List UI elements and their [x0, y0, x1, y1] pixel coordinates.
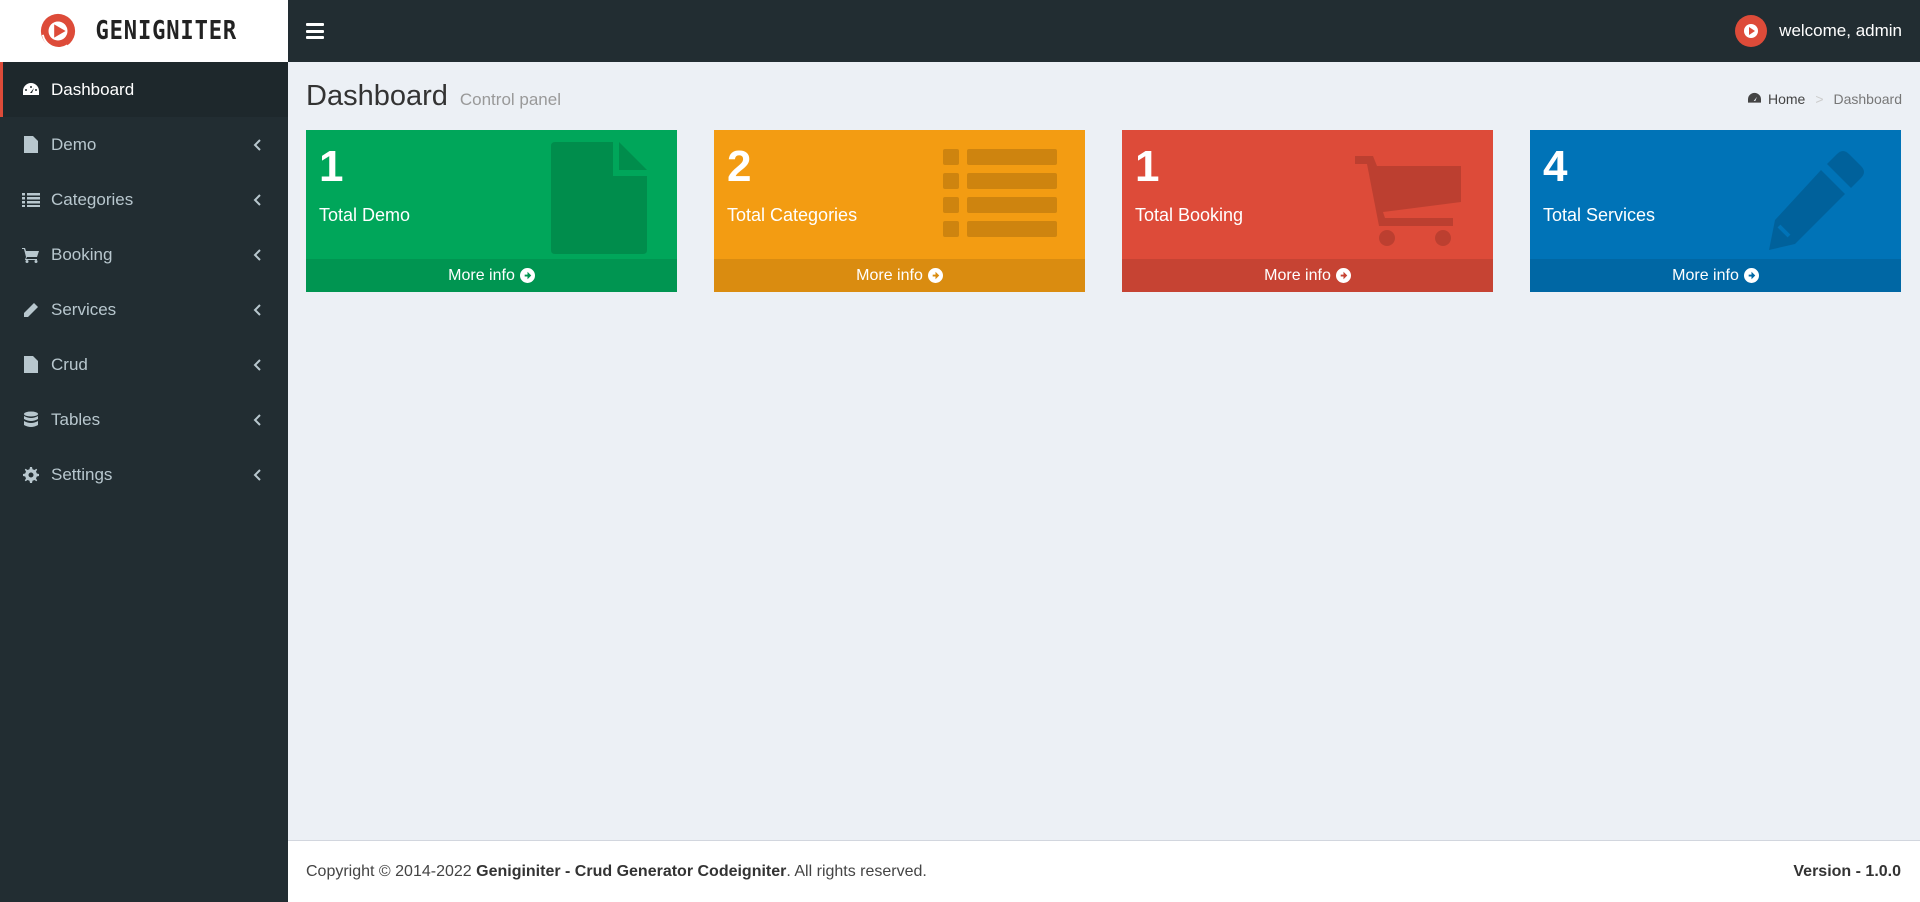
page-footer: Copyright © 2014-2022 Geniginiter - Crud…: [288, 840, 1920, 902]
sidebar-item-label: Settings: [51, 464, 113, 484]
logo-text: GENIGNITER: [95, 16, 237, 46]
more-info-label: More info: [448, 266, 515, 284]
pencil-icon: [1769, 151, 1864, 250]
list-icon: [943, 149, 1057, 237]
sidebar-item-tables[interactable]: Tables: [0, 392, 288, 447]
sidebar-item-label: Dashboard: [51, 79, 135, 99]
breadcrumb-home[interactable]: Home: [1768, 91, 1805, 107]
sidebar-item-label: Services: [51, 299, 117, 319]
sidebar: GENIGNITER Dashboard Demo Categories Boo…: [0, 0, 288, 902]
file-icon: [551, 142, 647, 254]
arrow-circle-right-icon: [927, 268, 943, 283]
sidebar-item-booking[interactable]: Booking: [0, 227, 288, 282]
sidebar-item-label: Categories: [51, 189, 134, 209]
chevron-left-icon: [253, 358, 261, 371]
sidebar-item-crud[interactable]: Crud: [0, 337, 288, 392]
arrow-circle-right-icon: [519, 268, 535, 283]
page-title: Dashboard: [306, 80, 448, 112]
page-subtitle: Control panel: [459, 90, 561, 109]
chevron-left-icon: [253, 413, 261, 426]
sidebar-item-label: Tables: [51, 409, 101, 429]
stat-boxes: 1 Total Demo More info 2 Total Categorie…: [306, 130, 1902, 292]
file-icon: [21, 356, 41, 374]
more-info-label: More info: [1264, 266, 1331, 284]
sidebar-item-label: Crud: [51, 354, 88, 374]
cart-icon: [1355, 156, 1461, 246]
breadcrumb: Home > Dashboard: [1747, 91, 1902, 107]
arrow-circle-right-icon: [1743, 268, 1759, 283]
chevron-left-icon: [253, 193, 261, 206]
gear-icon: [21, 466, 41, 484]
stat-box-services: 4 Total Services More info: [1530, 130, 1901, 292]
sidebar-menu: Dashboard Demo Categories Booking Servic…: [0, 62, 288, 502]
more-info-link[interactable]: More info: [1122, 259, 1493, 292]
copyright: Copyright © 2014-2022 Geniginiter - Crud…: [306, 863, 927, 881]
user-menu[interactable]: welcome, admin: [1735, 15, 1902, 47]
sidebar-item-label: Demo: [51, 134, 97, 154]
chevron-left-icon: [253, 248, 261, 261]
stat-box-booking: 1 Total Booking More info: [1122, 130, 1493, 292]
chevron-left-icon: [253, 138, 261, 151]
sidebar-item-services[interactable]: Services: [0, 282, 288, 337]
logo-icon: [40, 13, 75, 49]
user-logo-icon: [1744, 24, 1759, 38]
cart-icon: [21, 246, 41, 264]
hamburger-icon[interactable]: [306, 23, 324, 39]
dashboard-icon: [21, 81, 41, 99]
pencil-icon: [21, 301, 41, 319]
main-content: Dashboard Control panel Home > Dashboard…: [288, 62, 1920, 840]
more-info-link[interactable]: More info: [714, 259, 1085, 292]
stat-box-demo: 1 Total Demo More info: [306, 130, 677, 292]
version-label: Version - 1.0.0: [1793, 862, 1901, 880]
breadcrumb-separator: >: [1815, 90, 1824, 107]
sidebar-item-settings[interactable]: Settings: [0, 447, 288, 502]
logo[interactable]: GENIGNITER: [0, 0, 288, 62]
database-icon: [21, 411, 41, 429]
stat-box-categories: 2 Total Categories More info: [714, 130, 1085, 292]
sidebar-item-demo[interactable]: Demo: [0, 117, 288, 172]
more-info-label: More info: [1672, 266, 1739, 284]
content-header: Dashboard Control panel Home > Dashboard: [306, 80, 1902, 120]
sidebar-item-dashboard[interactable]: Dashboard: [0, 62, 288, 117]
copyright-name[interactable]: Geniginiter - Crud Generator Codeigniter: [476, 863, 786, 880]
list-icon: [21, 191, 41, 209]
welcome-text: welcome, admin: [1779, 21, 1902, 40]
arrow-circle-right-icon: [1335, 268, 1351, 283]
breadcrumb-current: Dashboard: [1833, 90, 1903, 107]
sidebar-item-label: Booking: [51, 244, 113, 264]
copyright-prefix: Copyright © 2014-2022: [306, 862, 477, 880]
more-info-link[interactable]: More info: [306, 259, 677, 292]
sidebar-item-categories[interactable]: Categories: [0, 172, 288, 227]
file-icon: [21, 136, 41, 154]
copyright-suffix: . All rights reserved.: [786, 862, 927, 880]
top-navbar: welcome, admin: [288, 0, 1920, 62]
more-info-link[interactable]: More info: [1530, 259, 1901, 292]
chevron-left-icon: [253, 303, 261, 316]
dashboard-icon: [1747, 92, 1761, 103]
avatar: [1735, 15, 1768, 47]
more-info-label: More info: [856, 266, 923, 284]
chevron-left-icon: [253, 468, 261, 481]
